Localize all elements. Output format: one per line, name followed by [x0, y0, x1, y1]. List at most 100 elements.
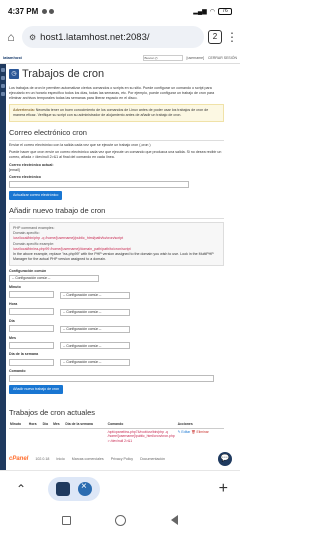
- cpanel-search-input[interactable]: Buscar (/): [142, 54, 183, 61]
- hour-select[interactable]: -- Configuración común --: [60, 308, 130, 316]
- minute-input[interactable]: [9, 291, 54, 299]
- intro-text: Los trabajos de cron le permiten automat…: [9, 85, 215, 100]
- status-bar: 4:37 PM ▂▄▆ ◠ 76: [0, 0, 240, 22]
- command-cell: /opt/cpanel/ea-php74/root/usr/bin/php -q…: [107, 429, 175, 443]
- edit-link[interactable]: ✎ Editar: [178, 430, 191, 434]
- domain-command-example: /usr/local/bin/php -q /home/[username]/p…: [13, 235, 124, 240]
- chat-support-icon[interactable]: 💬: [218, 452, 232, 466]
- home-nav-icon[interactable]: [115, 514, 127, 526]
- wifi-icon: ◠: [209, 8, 215, 15]
- footer-link-trademarks[interactable]: Marcas comerciales: [72, 457, 104, 461]
- notification-icon: [49, 8, 55, 14]
- tab-group-strip[interactable]: [48, 476, 100, 501]
- delete-link[interactable]: 🗑 Eliminar: [191, 430, 209, 434]
- column-header: Día: [41, 421, 53, 429]
- status-right: ▂▄▆ ◠ 76: [193, 7, 232, 15]
- day-row: -- Configuración común --: [9, 325, 237, 333]
- minute-row: -- Configuración común --: [9, 291, 237, 299]
- notification-icons: [42, 8, 55, 14]
- divider: [9, 218, 224, 220]
- warning-text: Necesita tener un buen conocimiento de l…: [13, 108, 209, 118]
- sidebar-home-icon[interactable]: [1, 68, 5, 72]
- column-header: Día de la semana: [64, 421, 107, 429]
- hour-label: Hora: [9, 301, 18, 306]
- battery-icon: 76: [218, 7, 232, 15]
- command-label: Comando: [9, 369, 26, 374]
- hour-input[interactable]: [9, 308, 54, 316]
- sidebar-user-icon[interactable]: [1, 92, 5, 96]
- sidebar-dashboard-icon[interactable]: [1, 84, 5, 88]
- day-cell: [42, 428, 52, 444]
- domain-specific-command-example: /usr/local/bin/ea-php99 /home/[username]…: [13, 246, 131, 251]
- hour-cell: [28, 428, 42, 444]
- command-input[interactable]: [9, 375, 214, 383]
- email-field-label: Correo electrónico: [9, 175, 41, 180]
- cpanel-header: latamhost Buscar (/) [username] CERRAR S…: [0, 52, 240, 64]
- php-command-examples: PHP command examples: Domain-specific: /…: [9, 222, 224, 267]
- column-header: Mes: [52, 421, 65, 429]
- home-icon[interactable]: ⌂: [4, 30, 18, 44]
- current-cron-heading: Trabajos de cron actuales: [9, 407, 96, 417]
- back-icon[interactable]: [170, 515, 178, 525]
- cpanel-logo[interactable]: latamhost: [3, 55, 22, 60]
- minute-select[interactable]: -- Configuración común --: [60, 291, 130, 299]
- common-settings-select[interactable]: -- Configuración común --: [9, 274, 99, 282]
- weekday-cell: [64, 428, 106, 444]
- warning-notice: Advertencia: Necesita tener un buen cono…: [9, 104, 224, 123]
- tab-switcher-button[interactable]: 2: [208, 30, 222, 44]
- cpanel-footer: cPanel 102.0.18 Inicio Marcas comerciale…: [9, 456, 224, 462]
- cpanel-footer-logo[interactable]: cPanel: [9, 456, 28, 462]
- main-content: ◷ Trabajos de cron Los trabajos de cron …: [9, 64, 237, 444]
- title-row: ◷ Trabajos de cron: [9, 67, 237, 82]
- actions-cell: ✎ Editar 🗑 Eliminar: [177, 428, 224, 444]
- address-bar[interactable]: ⚙ host1.latamhost.net:2083/: [22, 26, 204, 48]
- url-text[interactable]: host1.latamhost.net:2083/: [40, 32, 149, 43]
- add-cron-button[interactable]: Añadir nuevo trabajo de cron: [9, 385, 64, 394]
- update-email-button[interactable]: Actualizar correo electrónico: [9, 191, 63, 201]
- month-input[interactable]: [9, 341, 54, 349]
- month-select[interactable]: -- Configuración común --: [60, 342, 130, 350]
- cron-jobs-table: Minuto Hora Día Mes Día de la semana Com…: [9, 421, 224, 444]
- day-label: Día: [9, 318, 15, 323]
- table-header-row: Minuto Hora Día Mes Día de la semana Com…: [9, 421, 224, 429]
- warning-label: Advertencia:: [13, 108, 35, 113]
- table-row: /opt/cpanel/ea-php74/root/usr/bin/php -q…: [9, 428, 224, 444]
- new-tab-icon[interactable]: +: [219, 480, 228, 498]
- email-section-desc: Enviar el correo electrónico con la sali…: [9, 143, 151, 148]
- footer-link-docs[interactable]: Documentación: [140, 457, 165, 461]
- more-menu-icon[interactable]: ⋮: [226, 31, 238, 43]
- column-header: Comando: [106, 421, 177, 429]
- weekday-label: Día de la semana: [9, 352, 39, 357]
- weekday-select[interactable]: -- Configuración común --: [60, 359, 130, 367]
- footer-link-privacy[interactable]: Privacy Policy: [111, 457, 133, 461]
- month-label: Mes: [9, 335, 16, 340]
- user-menu[interactable]: [username]: [187, 56, 205, 60]
- tune-icon[interactable]: ⚙: [29, 33, 36, 42]
- footer-link-home[interactable]: Inicio: [56, 457, 64, 461]
- edit-label: Editar: [181, 429, 191, 434]
- close-tab-icon[interactable]: [78, 481, 92, 496]
- add-cron-heading: Añadir nuevo trabajo de cron: [9, 206, 106, 216]
- column-header: Acciones: [176, 421, 224, 429]
- sidebar-stats-icon[interactable]: [1, 76, 5, 80]
- logout-link[interactable]: CERRAR SESIÓN: [208, 56, 237, 60]
- day-select[interactable]: -- Configuración común --: [60, 325, 130, 333]
- recent-apps-icon[interactable]: [62, 515, 72, 525]
- version-text: 102.0.18: [35, 457, 50, 461]
- email-field[interactable]: [9, 181, 189, 189]
- signal-icon: ▂▄▆: [193, 8, 207, 15]
- delete-label: Eliminar: [196, 429, 209, 434]
- system-nav-bar: [0, 506, 240, 534]
- collapse-chevron-icon[interactable]: ⌃: [12, 480, 30, 498]
- month-row: -- Configuración común --: [9, 341, 237, 350]
- minute-label: Minuto: [9, 284, 21, 289]
- page-title: Trabajos de cron: [22, 68, 105, 80]
- day-input[interactable]: [9, 325, 54, 332]
- web-page: latamhost Buscar (/) [username] CERRAR S…: [0, 52, 240, 470]
- browser-url-bar: ⌂ ⚙ host1.latamhost.net:2083/ 2 ⋮: [0, 22, 240, 52]
- weekday-input[interactable]: [9, 358, 54, 366]
- tab-thumbnail-icon[interactable]: [56, 481, 70, 496]
- cpanel-sidebar: [0, 64, 6, 470]
- column-header: Minuto: [9, 421, 28, 429]
- hour-row: -- Configuración común --: [9, 308, 237, 316]
